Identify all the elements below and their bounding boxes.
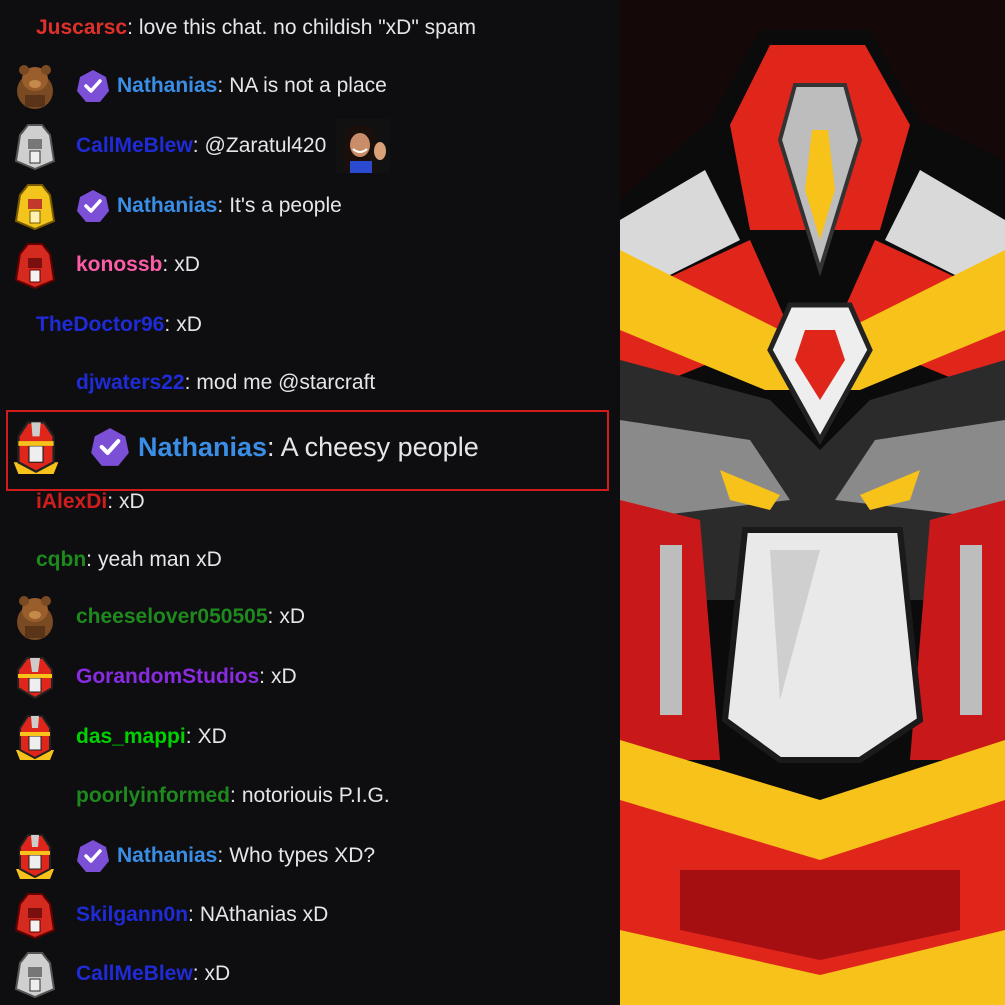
chat-message-text: love this chat. no childish "xD" spam bbox=[138, 16, 476, 39]
chat-message-text: @Zaratul420 bbox=[204, 134, 327, 157]
red-mecha-helmet-logo-icon bbox=[620, 0, 1005, 1005]
chat-message-text: XD bbox=[197, 725, 227, 748]
chat-message-text: Who types XD? bbox=[229, 844, 376, 867]
chat-separator: : bbox=[185, 725, 192, 748]
chat-username[interactable]: das_mappi bbox=[76, 725, 186, 749]
chat-separator: : bbox=[164, 313, 171, 336]
chat-username[interactable]: poorlyinformed bbox=[76, 784, 230, 808]
chat-username[interactable]: djwaters22 bbox=[76, 371, 185, 395]
brown-bear-avatar-icon[interactable] bbox=[12, 61, 58, 111]
chat-message-text: xD bbox=[119, 490, 145, 513]
chat-username[interactable]: Nathanias bbox=[117, 844, 217, 868]
chat-username[interactable]: CallMeBlew bbox=[76, 962, 193, 986]
chat-message: TheDoctor96: xD bbox=[0, 300, 620, 350]
chat-separator: : bbox=[217, 844, 224, 867]
chat-separator: : bbox=[162, 253, 169, 276]
chat-message: Juscarsc: love this chat. no childish "xD… bbox=[0, 3, 620, 53]
chat-separator: : bbox=[127, 16, 133, 39]
brown-bear-avatar-icon[interactable] bbox=[12, 592, 58, 642]
chat-username[interactable]: CallMeBlew bbox=[76, 134, 193, 158]
gold-helmet-avatar-icon[interactable] bbox=[12, 712, 58, 762]
chat-message: Skilgann0n: NAthanias xD bbox=[0, 890, 620, 940]
verified-check-icon bbox=[76, 189, 110, 223]
chat-message: poorlyinformed: notoriouis P.I.G. bbox=[0, 771, 620, 821]
chat-username[interactable]: cqbn bbox=[36, 548, 86, 572]
chat-username[interactable]: Nathanias bbox=[117, 194, 217, 218]
chat-username[interactable]: cheeselover050505 bbox=[76, 605, 268, 629]
chat-separator: : bbox=[86, 548, 93, 571]
channel-logo-panel bbox=[620, 0, 1005, 1005]
chat-message: cqbn: yeah man xD bbox=[0, 535, 620, 585]
chat-message-text: yeah man xD bbox=[98, 548, 222, 571]
chat-message-text: mod me @starcraft bbox=[196, 371, 376, 394]
chat-message: CallMeBlew: xD bbox=[0, 949, 620, 999]
chat-message: GorandomStudios: xD bbox=[0, 652, 620, 702]
chat-message-text: xD bbox=[174, 253, 200, 276]
highlighted-message-frame bbox=[6, 410, 609, 491]
chat-message-text: It's a people bbox=[229, 194, 342, 217]
silver-robot-avatar-icon[interactable] bbox=[12, 121, 58, 171]
silver-robot-avatar-icon[interactable] bbox=[12, 949, 58, 999]
verified-check-icon bbox=[76, 69, 110, 103]
chat-separator: : bbox=[188, 903, 194, 926]
chat-separator: : bbox=[217, 194, 224, 217]
chat-message: Nathanias: It's a people bbox=[0, 181, 620, 231]
chat-separator: : bbox=[217, 74, 224, 97]
chat-separator: : bbox=[230, 784, 236, 807]
chat-message: konossb: xD bbox=[0, 240, 620, 290]
chat-username[interactable]: TheDoctor96 bbox=[36, 313, 164, 337]
chat-message: CallMeBlew: @Zaratul420 bbox=[0, 119, 620, 173]
chat-separator: : bbox=[107, 490, 114, 513]
waving-woman-emote-icon bbox=[336, 119, 391, 173]
chat-message: Nathanias: Who types XD? bbox=[0, 831, 620, 881]
chat-separator: : bbox=[267, 605, 274, 628]
chat-username[interactable]: Skilgann0n bbox=[76, 903, 188, 927]
red-robot-avatar-icon[interactable] bbox=[12, 890, 58, 940]
chat-panel: Juscarsc: love this chat. no childish "xD… bbox=[0, 0, 620, 1005]
chat-message-text: xD bbox=[271, 665, 297, 688]
chat-separator: : bbox=[184, 371, 191, 394]
chat-message-text: NAthanias xD bbox=[199, 903, 329, 926]
chat-message: cheeselover050505: xD bbox=[0, 592, 620, 642]
chat-separator: : bbox=[192, 134, 199, 157]
chat-separator: : bbox=[259, 665, 266, 688]
chat-username[interactable]: iAlexDi bbox=[36, 490, 107, 514]
gold-helmet-avatar-icon[interactable] bbox=[12, 831, 58, 881]
chat-username[interactable]: konossb bbox=[76, 253, 162, 277]
chat-message-text: xD bbox=[176, 313, 202, 336]
chat-username[interactable]: GorandomStudios bbox=[76, 665, 259, 689]
chat-message-text: NA is not a place bbox=[229, 74, 387, 97]
chat-separator: : bbox=[192, 962, 199, 985]
verified-check-icon bbox=[76, 839, 110, 873]
chat-username[interactable]: Nathanias bbox=[117, 74, 217, 98]
chat-message-text: notoriouis P.I.G. bbox=[241, 784, 390, 807]
chat-message: djwaters22: mod me @starcraft bbox=[0, 358, 620, 408]
red-robot-avatar-icon[interactable] bbox=[12, 240, 58, 290]
chat-username[interactable]: Juscarsc bbox=[36, 16, 127, 40]
chat-message-text: xD bbox=[204, 962, 231, 985]
chat-message: Nathanias: NA is not a place bbox=[0, 61, 620, 111]
gold-robot-avatar-icon[interactable] bbox=[12, 181, 58, 231]
red-helmet-avatar-icon[interactable] bbox=[12, 652, 58, 702]
chat-message: das_mappi: XD bbox=[0, 712, 620, 762]
chat-message-text: xD bbox=[279, 605, 306, 628]
